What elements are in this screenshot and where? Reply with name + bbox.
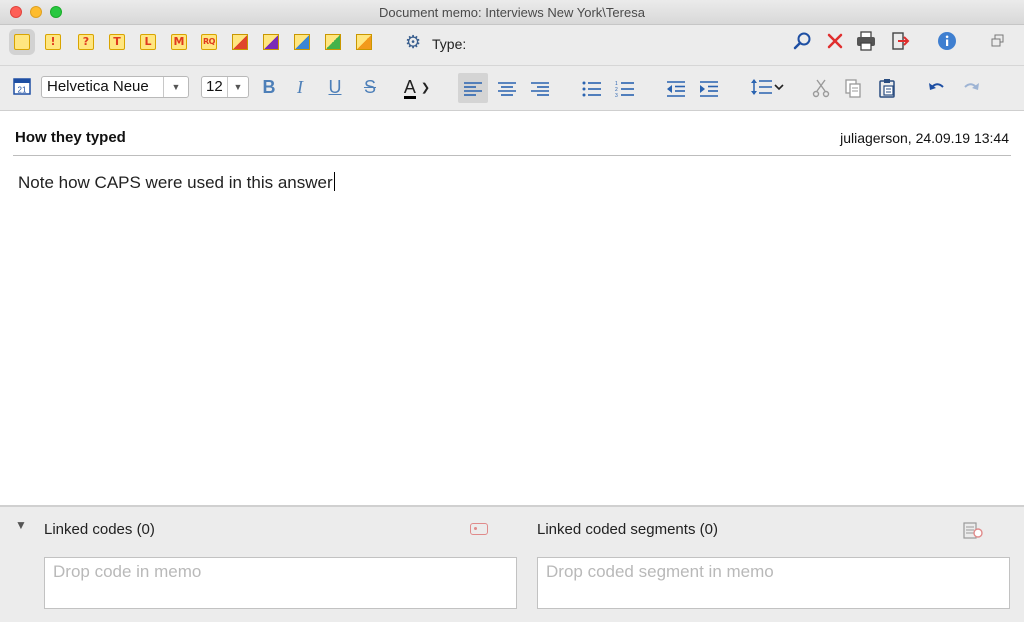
linked-segments-label: Linked coded segments (0): [537, 521, 718, 538]
drop-code-area[interactable]: Drop code in memo: [44, 557, 517, 609]
memo-red-flag-icon[interactable]: [232, 34, 248, 50]
paste-icon[interactable]: [876, 78, 898, 100]
numbered-list-icon[interactable]: 123: [614, 80, 636, 102]
title-bar: Document memo: Interviews New York\Teres…: [0, 0, 1024, 25]
line-spacing-button[interactable]: [749, 78, 787, 100]
collapse-triangle-icon[interactable]: ▼: [15, 518, 27, 532]
memo-t-icon[interactable]: T: [109, 34, 125, 50]
chevron-down-icon: ▼: [163, 77, 188, 97]
chevron-down-icon: ▼: [227, 77, 248, 97]
memo-orange-flag-icon[interactable]: [356, 34, 372, 50]
font-size-value: 12: [206, 78, 223, 95]
memo-window: Document memo: Interviews New York\Teres…: [0, 0, 1024, 622]
text-color-button[interactable]: A ❯: [396, 75, 438, 99]
calendar-icon[interactable]: 21: [12, 76, 32, 98]
delete-icon[interactable]: [824, 31, 846, 53]
memo-author-date: juliagerson, 24.09.19 13:44: [840, 130, 1009, 146]
coded-segment-icon[interactable]: [963, 521, 983, 546]
align-center-icon[interactable]: [496, 80, 518, 102]
strikethrough-button[interactable]: S: [360, 75, 380, 99]
memo-default-icon[interactable]: [14, 34, 30, 50]
undock-window-icon[interactable]: [989, 31, 1007, 53]
code-tag-icon[interactable]: [470, 523, 488, 535]
export-icon[interactable]: [889, 31, 911, 53]
redo-icon[interactable]: [960, 78, 982, 100]
text-caret: [333, 172, 336, 191]
memo-editor[interactable]: How they typed juliagerson, 24.09.19 13:…: [0, 111, 1024, 504]
memo-question-icon[interactable]: ?: [78, 34, 94, 50]
print-icon[interactable]: [855, 31, 877, 53]
linked-codes-label: Linked codes (0): [44, 521, 155, 538]
memo-title[interactable]: How they typed: [15, 129, 126, 146]
window-title: Document memo: Interviews New York\Teres…: [379, 5, 645, 20]
memo-blue-flag-icon[interactable]: [294, 34, 310, 50]
memo-l-icon[interactable]: L: [140, 34, 156, 50]
svg-text:21: 21: [18, 86, 27, 95]
bullet-list-icon[interactable]: [581, 80, 603, 102]
divider: [13, 155, 1011, 156]
align-left-icon[interactable]: [462, 80, 484, 102]
font-family-value: Helvetica Neue: [47, 78, 149, 95]
indent-icon[interactable]: [698, 80, 720, 102]
info-icon[interactable]: [936, 31, 958, 53]
memo-toolbar: ! ? T L M RQ ⚙ Type:: [0, 25, 1024, 66]
cut-icon[interactable]: [810, 78, 832, 100]
memo-m-icon[interactable]: M: [171, 34, 187, 50]
align-right-icon[interactable]: [529, 80, 551, 102]
italic-button[interactable]: I: [290, 75, 310, 99]
underline-button[interactable]: U: [325, 75, 345, 99]
font-size-select[interactable]: 12 ▼: [201, 76, 249, 98]
memo-green-flag-icon[interactable]: [325, 34, 341, 50]
format-toolbar: 21 Helvetica Neue ▼ 12 ▼ B I U S A ❯ 1 2…: [0, 66, 1024, 111]
memo-body-text[interactable]: Note how CAPS were used in this answer: [18, 172, 336, 193]
bold-button[interactable]: B: [258, 75, 280, 99]
type-label: Type:: [432, 36, 467, 52]
svg-text:3: 3: [615, 93, 618, 97]
font-family-select[interactable]: Helvetica Neue ▼: [41, 76, 189, 98]
undo-icon[interactable]: [926, 78, 948, 100]
gear-icon[interactable]: ⚙: [405, 33, 421, 51]
drop-segment-area[interactable]: Drop coded segment in memo: [537, 557, 1010, 609]
linked-panel: ▼ Linked codes (0) Linked coded segments…: [0, 505, 1024, 622]
memo-body-content: Note how CAPS were used in this answer: [18, 173, 333, 192]
memo-purple-flag-icon[interactable]: [263, 34, 279, 50]
memo-exclamation-icon[interactable]: !: [45, 34, 61, 50]
memo-rq-icon[interactable]: RQ: [201, 34, 217, 50]
chevron-down-icon: ❯: [420, 82, 431, 94]
text-color-letter: A: [403, 77, 416, 99]
outdent-icon[interactable]: [665, 80, 687, 102]
search-icon[interactable]: [792, 31, 814, 53]
copy-icon[interactable]: [842, 78, 864, 100]
